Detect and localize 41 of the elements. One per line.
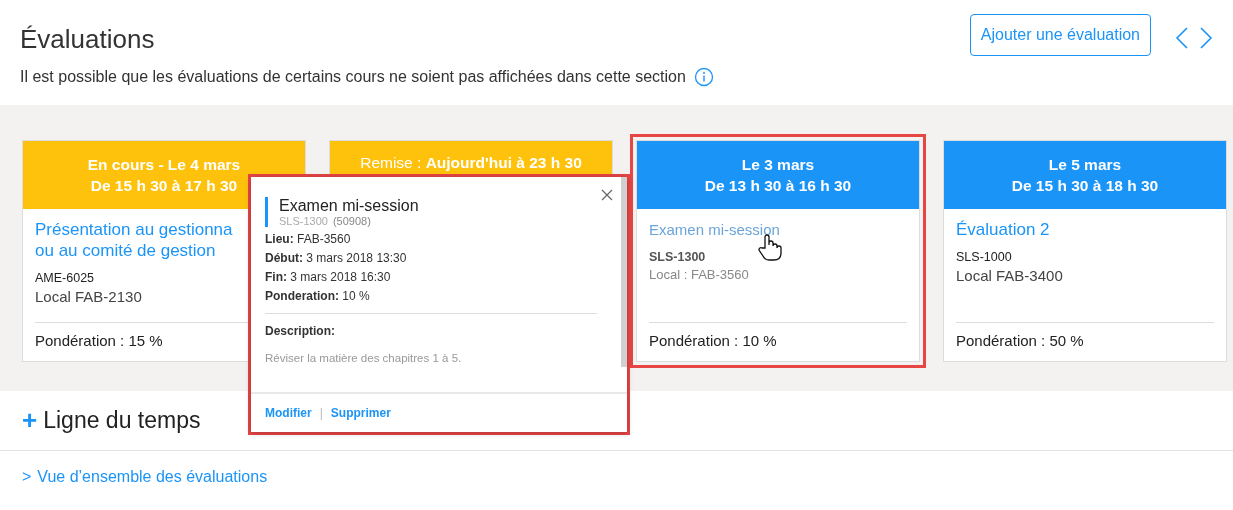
- hand-cursor-icon: [758, 234, 782, 262]
- previous-icon[interactable]: [1175, 26, 1189, 50]
- add-evaluation-button[interactable]: Ajouter une évaluation: [969, 14, 1151, 56]
- card-date: De 15 h 30 à 18 h 30: [1011, 176, 1159, 195]
- course-code: SLS-1300: [649, 250, 706, 264]
- card-date: Remise : Aujourd'hui à 23 h 30: [360, 154, 582, 172]
- expand-icon[interactable]: +: [22, 405, 38, 436]
- overview-link[interactable]: Vue d’ensemble des évaluations: [37, 468, 268, 486]
- detail-row-text: Ponderation: 10 %: [265, 289, 371, 303]
- info-icon[interactable]: [693, 67, 714, 87]
- section-title: Ligne du temps: [43, 407, 201, 434]
- card-date: En cours - Le 4 mars: [87, 155, 241, 174]
- weight-label: Pondération : 50 %: [956, 322, 1214, 361]
- close-icon[interactable]: [601, 189, 613, 201]
- course-code: SLS-1000: [956, 250, 1012, 264]
- card-date: Le 5 mars: [1048, 155, 1122, 174]
- evaluation-link[interactable]: Évaluation 2: [956, 219, 1050, 240]
- info-note: Il est possible que les évaluations de certains cours ne soient pas affichées dans cette section: [20, 68, 686, 86]
- chevron-icon[interactable]: >: [22, 468, 32, 486]
- next-icon[interactable]: [1199, 26, 1213, 50]
- card-date: De 15 h 30 à 17 h 30: [90, 176, 238, 195]
- detail-row-text: Lieu: FAB-3560: [265, 232, 352, 246]
- room-label: Local FAB-2130: [35, 288, 142, 305]
- evaluation-link[interactable]: Présentation au gestionna ou au comité de gestion: [35, 219, 233, 261]
- edit-link[interactable]: Modifier: [265, 406, 312, 420]
- scrollbar[interactable]: [621, 177, 627, 367]
- detail-row-text: Fin: 3 mars 2018 16:30: [265, 270, 392, 284]
- course-code: SLS-1300: [279, 215, 328, 227]
- delete-link[interactable]: Supprimer: [330, 406, 391, 420]
- evaluation-link[interactable]: Examen mi-session: [649, 219, 780, 240]
- card-date: Le 3 mars: [741, 155, 815, 174]
- page-title: Évaluations: [20, 24, 156, 55]
- room-label: Local : FAB-3560: [649, 267, 749, 282]
- card-date: De 13 h 30 à 16 h 30: [704, 176, 852, 195]
- room-label: Local FAB-3400: [956, 267, 1063, 284]
- weight-label: Pondération : 10 %: [649, 322, 907, 361]
- detail-row-text: Début: 3 mars 2018 13:30: [265, 251, 408, 265]
- course-code: AME-6025: [35, 271, 95, 285]
- course-id: (50908): [332, 215, 371, 227]
- separator: |: [319, 406, 323, 420]
- popup-title: Examen mi-session: [279, 197, 420, 215]
